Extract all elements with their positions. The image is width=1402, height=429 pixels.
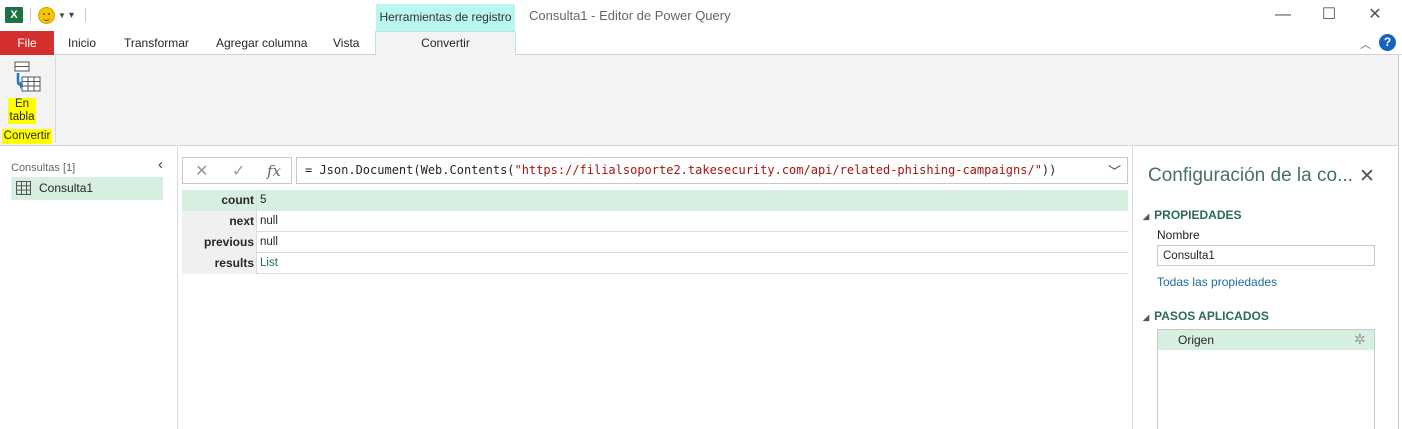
properties-heading: PROPIEDADES	[1154, 208, 1242, 222]
tab-file[interactable]: File	[0, 31, 54, 55]
record-row[interactable]: results List	[182, 253, 1128, 274]
window-title: Consulta1 - Editor de Power Query	[529, 8, 731, 23]
close-icon[interactable]: ✕	[1359, 165, 1375, 188]
applied-steps-section-header[interactable]: ◢ PASOS APLICADOS	[1143, 309, 1269, 323]
maximize-button[interactable]: ☐	[1314, 3, 1344, 27]
record-key: previous	[182, 232, 257, 253]
chevron-down-icon[interactable]: ﹀	[1108, 161, 1121, 180]
quick-access-divider	[85, 8, 86, 22]
properties-section-header[interactable]: ◢ PROPIEDADES	[1143, 208, 1242, 222]
ribbon-group-label: Convertir	[2, 129, 52, 144]
fx-icon[interactable]: fx	[267, 162, 281, 180]
record-row[interactable]: previous null	[182, 232, 1128, 253]
record-key: next	[182, 211, 257, 232]
name-label: Nombre	[1157, 228, 1200, 242]
record-value-link[interactable]: List	[257, 253, 1128, 274]
record-key: count	[182, 190, 257, 211]
tab-transformar[interactable]: Transformar	[124, 31, 189, 55]
queries-header: Consultas [1]	[11, 162, 76, 174]
to-table-icon	[14, 61, 41, 92]
tab-vista[interactable]: Vista	[333, 31, 359, 55]
formula-url-string: "https://filialsoporte2.takesecurity.com…	[514, 163, 1042, 177]
step-item-origen[interactable]: Origen ✲	[1158, 330, 1374, 350]
feedback-smiley-icon[interactable]	[38, 7, 55, 24]
settings-title: Configuración de la co...	[1148, 165, 1353, 186]
formula-buttons: ✕ ✓ fx	[182, 157, 292, 184]
ribbon-tabs: File Inicio Transformar Agregar columna …	[0, 31, 1402, 56]
step-label: Origen	[1178, 333, 1215, 347]
queries-panel: Consultas [1] ‹ Consulta1	[0, 147, 178, 429]
record-row[interactable]: next null	[182, 211, 1128, 232]
record-value[interactable]: 5	[257, 190, 1128, 211]
window-edge	[1398, 147, 1402, 429]
gear-icon[interactable]: ✲	[1354, 331, 1366, 348]
applied-steps-list: Origen ✲	[1157, 329, 1375, 429]
tab-convertir[interactable]: Convertir	[375, 31, 516, 56]
query-item-label: Consulta1	[39, 181, 94, 195]
quick-access-divider	[30, 8, 31, 22]
chevron-left-icon[interactable]: ‹	[158, 156, 163, 173]
applied-steps-heading: PASOS APLICADOS	[1154, 309, 1269, 323]
query-name-input[interactable]	[1157, 245, 1375, 266]
ribbon-edge	[1398, 55, 1402, 146]
all-properties-link[interactable]: Todas las propiedades	[1157, 275, 1277, 289]
to-table-label: En tabla	[8, 98, 36, 124]
formula-input[interactable]: = Json.Document(Web.Contents("https://fi…	[296, 157, 1128, 184]
customize-quick-access-icon[interactable]: ▾	[69, 10, 74, 21]
close-window-button[interactable]: ✕	[1360, 3, 1390, 27]
record-row[interactable]: count 5	[182, 190, 1128, 211]
record-value[interactable]: null	[257, 211, 1128, 232]
excel-logo-icon: X	[5, 7, 23, 23]
formula-suffix: ))	[1041, 163, 1057, 177]
tab-inicio[interactable]: Inicio	[68, 31, 96, 55]
help-icon[interactable]: ?	[1379, 34, 1396, 51]
title-bar: X ▼ ▾ Herramientas de registro Consulta1…	[0, 0, 1402, 31]
query-settings-pane: Configuración de la co... ✕ ◢ PROPIEDADES…	[1132, 147, 1398, 429]
ribbon-group-divider	[55, 57, 56, 143]
collapse-triangle-icon: ◢	[1143, 212, 1150, 221]
collapse-triangle-icon: ◢	[1143, 313, 1150, 322]
record-key: results	[182, 253, 257, 274]
cancel-formula-icon[interactable]: ✕	[195, 161, 208, 181]
feedback-dropdown-icon[interactable]: ▼	[58, 11, 66, 20]
accept-formula-icon[interactable]: ✓	[232, 161, 245, 181]
tab-agregar-columna[interactable]: Agregar columna	[216, 31, 307, 55]
collapse-ribbon-icon[interactable]: ︿	[1360, 36, 1371, 52]
minimize-button[interactable]: —	[1268, 3, 1298, 27]
record-value[interactable]: null	[257, 232, 1128, 253]
ribbon: En tabla Convertir	[0, 55, 1398, 146]
record-tools-contextual-header: Herramientas de registro	[376, 4, 515, 31]
record-grid: count 5 next null previous null results …	[182, 190, 1128, 274]
table-icon	[16, 181, 31, 195]
formula-prefix: = Json.Document(Web.Contents(	[305, 163, 515, 177]
query-item-consulta1[interactable]: Consulta1	[11, 177, 163, 200]
